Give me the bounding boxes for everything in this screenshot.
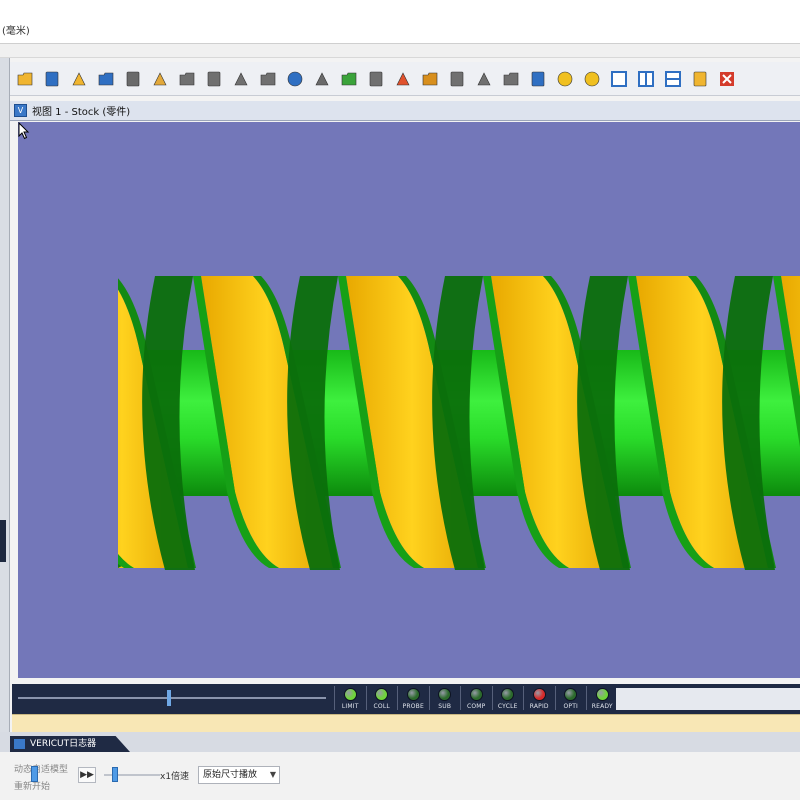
title-bar: (毫米) [0, 0, 800, 44]
progress-slider-track[interactable] [18, 697, 326, 699]
single-view-icon[interactable] [608, 68, 630, 90]
status-light-label: LIMIT [341, 703, 359, 710]
status-light-label: READY [591, 703, 613, 710]
log-tab-icon [14, 739, 25, 749]
indicator-dot-icon [343, 688, 357, 701]
save-icon[interactable] [41, 68, 63, 90]
status-bar: LIMIT COLL PROBE SUB COMP CYCLE RAPID OPTI READY [12, 684, 800, 714]
zoom-out-icon[interactable] [500, 68, 522, 90]
save-project-icon[interactable] [95, 68, 117, 90]
view-icon: V [14, 104, 27, 117]
status-light-label: COLL [373, 703, 390, 710]
play-step-button[interactable]: ▶▶ [78, 767, 96, 783]
cut-icon[interactable] [365, 68, 387, 90]
indicator-dot-icon [375, 688, 389, 701]
status-light-label: COMP [466, 703, 486, 710]
dynamic-model-label: 动态自适模型 [14, 765, 69, 775]
speed-label: x1倍速 [160, 772, 190, 782]
w-icon[interactable] [338, 68, 360, 90]
left-frame-marker [0, 520, 6, 562]
open-folder-icon[interactable] [14, 68, 36, 90]
log-tab-label: VERICUT日志器 [30, 739, 97, 749]
playback-mode-select[interactable]: 原始尺寸播放 ▼ [198, 766, 280, 784]
fit-view-icon[interactable] [527, 68, 549, 90]
status-light-opti: OPTI [554, 686, 587, 710]
log-tab[interactable]: VERICUT日志器 [10, 736, 130, 752]
status-light-cycle: CYCLE [491, 686, 524, 710]
tool-list-icon[interactable] [176, 68, 198, 90]
screw-model[interactable] [18, 122, 800, 678]
indicator-dot-icon [406, 688, 420, 701]
playback-mode-value: 原始尺寸播放 [203, 770, 258, 780]
status-light-label: RAPID [529, 703, 549, 710]
status-light-label: OPTI [563, 703, 579, 710]
info-band [12, 714, 800, 732]
main-toolbar [10, 62, 800, 96]
status-light-probe: PROBE [397, 686, 429, 710]
zoom-box-icon[interactable] [446, 68, 468, 90]
inspect-icon[interactable] [257, 68, 279, 90]
sphere-icon[interactable] [554, 68, 576, 90]
indicator-dot-icon [501, 688, 515, 701]
close-view-icon[interactable] [716, 68, 738, 90]
horizontal-split-icon[interactable] [662, 68, 684, 90]
view-title-bar: V 视图 1 - Stock (零件) [10, 101, 800, 121]
status-light-rapid: RAPID [523, 686, 555, 710]
view-title: 视图 1 - Stock (零件) [32, 107, 131, 118]
status-light-comp: COMP [460, 686, 492, 710]
status-light-coll: COLL [365, 686, 398, 710]
machine-icon[interactable] [311, 68, 333, 90]
vertical-split-icon[interactable] [635, 68, 657, 90]
chevron-down-icon: ▼ [269, 770, 276, 779]
rotate-icon[interactable] [581, 68, 603, 90]
status-lights: LIMIT COLL PROBE SUB COMP CYCLE RAPID OPTI READY [334, 686, 618, 710]
status-light-limit: LIMIT [334, 686, 366, 710]
indicator-dot-icon [595, 688, 609, 701]
open-project-icon[interactable] [68, 68, 90, 90]
zoom-in-icon[interactable] [473, 68, 495, 90]
mouse-cursor-icon [18, 122, 30, 140]
report-icon[interactable] [203, 68, 225, 90]
indicator-dot-icon [532, 688, 546, 701]
unit-label: (毫米) [2, 26, 30, 37]
animation-slider-thumb[interactable] [31, 766, 38, 782]
tools-icon[interactable] [122, 68, 144, 90]
status-light-label: SUB [438, 703, 452, 710]
measure-icon[interactable] [419, 68, 441, 90]
info-icon[interactable] [284, 68, 306, 90]
indicator-dot-icon [438, 688, 452, 701]
magnet-icon[interactable] [392, 68, 414, 90]
left-frame [0, 58, 10, 800]
machine-settings-icon[interactable] [230, 68, 252, 90]
indicator-dot-icon [469, 688, 483, 701]
status-light-label: CYCLE [497, 703, 518, 710]
menu-bar [0, 44, 800, 58]
progress-slider-thumb[interactable] [167, 690, 171, 706]
speed-slider-thumb[interactable] [112, 767, 118, 782]
indicator-dot-icon [564, 688, 578, 701]
status-light-label: PROBE [402, 703, 424, 710]
playback-panel: 动态自适模型 重新开始 ▶▶ x1倍速 原始尺寸播放 ▼ [0, 752, 800, 800]
reset-layout-icon[interactable] [689, 68, 711, 90]
3d-viewport[interactable] [18, 122, 800, 678]
status-panel [616, 688, 800, 710]
folder-arrow-icon[interactable] [149, 68, 171, 90]
status-light-sub: SUB [428, 686, 461, 710]
status-light-ready: READY [586, 686, 618, 710]
